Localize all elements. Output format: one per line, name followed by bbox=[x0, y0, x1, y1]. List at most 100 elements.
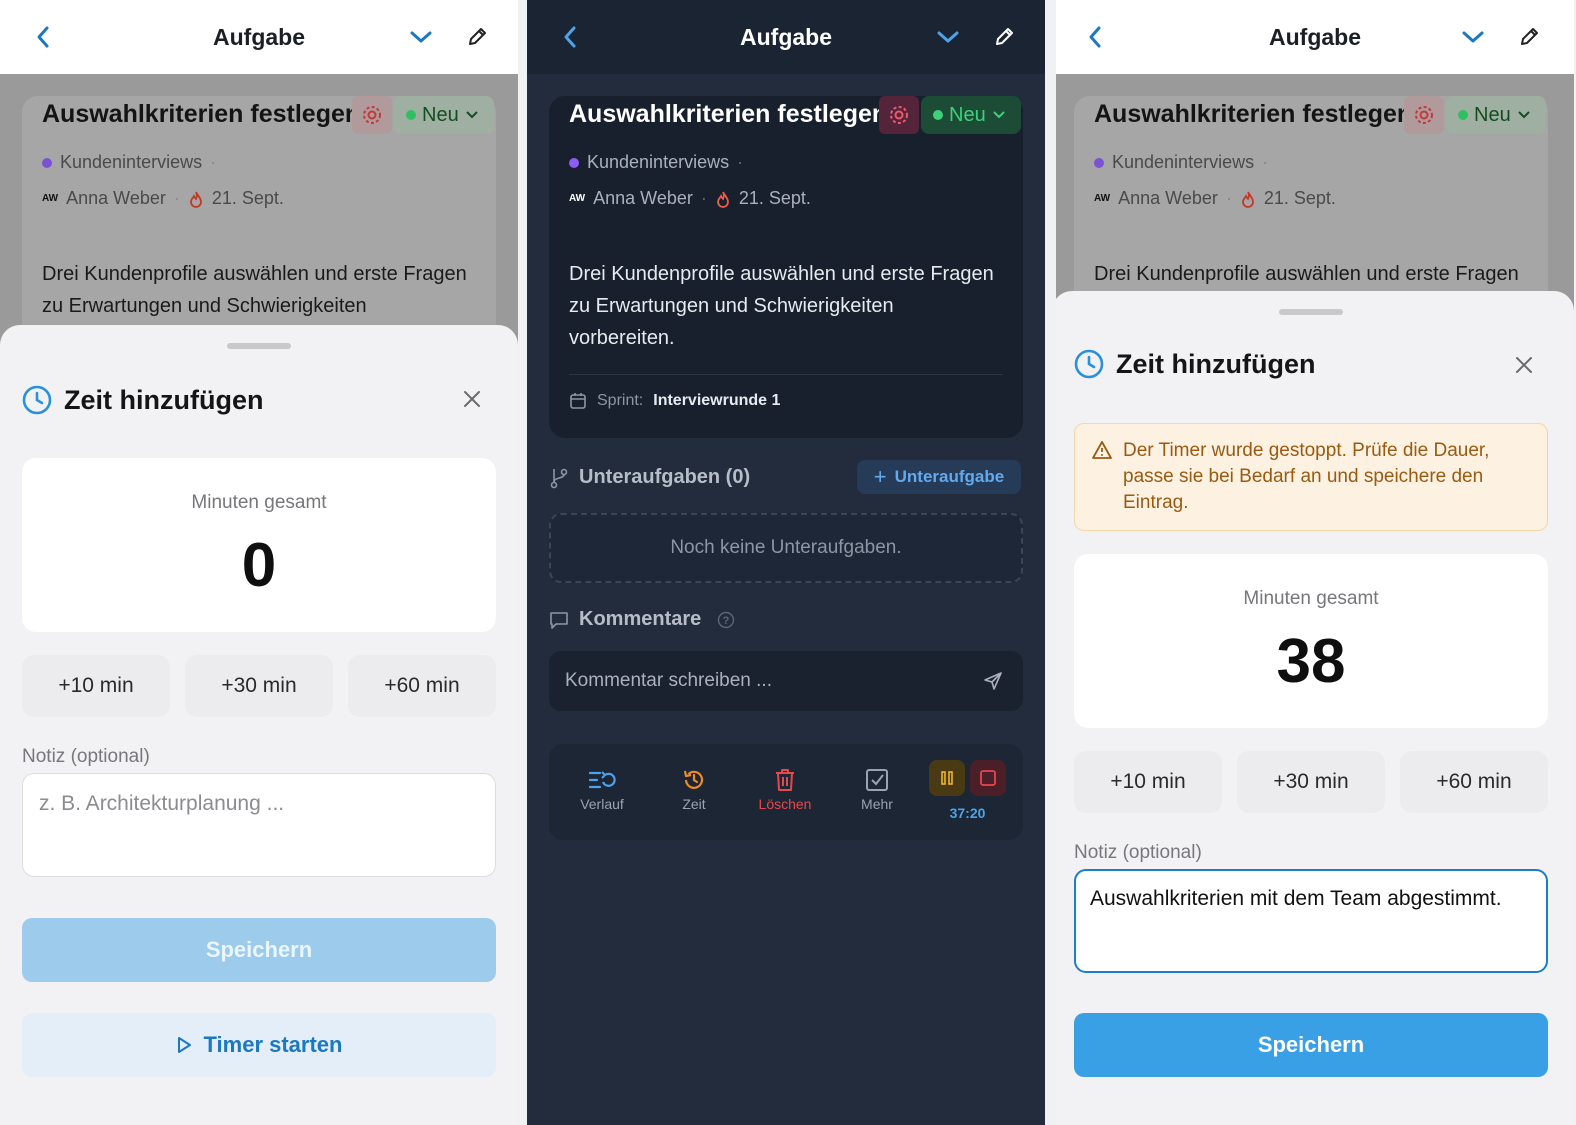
avatar: AW bbox=[569, 193, 586, 204]
project-row: Kundeninterviews · bbox=[42, 152, 216, 173]
avatar: AW bbox=[42, 193, 59, 204]
project-row: Kundeninterviews · bbox=[1094, 152, 1268, 173]
chevron-down-icon[interactable] bbox=[406, 22, 436, 52]
pencil-icon[interactable] bbox=[1514, 22, 1544, 52]
chevron-down-icon bbox=[1517, 111, 1530, 119]
time-button[interactable]: Zeit bbox=[659, 764, 729, 812]
add-30-min-button[interactable]: +30 min bbox=[185, 655, 333, 717]
note-label: Notiz (optional) bbox=[1074, 842, 1202, 863]
sheet-handle[interactable] bbox=[1279, 309, 1343, 315]
history-icon bbox=[588, 771, 616, 789]
svg-text:?: ? bbox=[723, 615, 730, 627]
task-title: Auswahlkriterien festlegen bbox=[569, 100, 888, 128]
add-30-min-button[interactable]: +30 min bbox=[1237, 751, 1385, 813]
status-dot bbox=[1458, 110, 1468, 120]
note-label: Notiz (optional) bbox=[22, 746, 150, 767]
task-title: Auswahlkriterien festlegen bbox=[1094, 100, 1413, 128]
pencil-icon[interactable] bbox=[989, 22, 1019, 52]
minutes-value: 38 bbox=[1276, 627, 1346, 696]
gear-icon[interactable] bbox=[352, 96, 392, 134]
project-dot bbox=[569, 157, 579, 168]
chevron-down-icon[interactable] bbox=[1458, 22, 1488, 52]
start-timer-button[interactable]: Timer starten bbox=[22, 1013, 496, 1077]
comment-icon bbox=[550, 611, 568, 629]
sprint-label: Sprint: bbox=[597, 392, 644, 409]
history-button[interactable]: Verlauf bbox=[567, 764, 637, 812]
action-toolbar: Verlauf Zeit Löschen Mehr 37:20 bbox=[549, 744, 1023, 840]
sheet-handle[interactable] bbox=[227, 343, 291, 349]
note-field[interactable]: z. B. Architekturplanung ... bbox=[22, 773, 496, 877]
task-card: Auswahlkriterien festlegen Neu Kundenint… bbox=[549, 96, 1023, 438]
timer-stopped-warning: Der Timer wurde gestoppt. Prüfe die Daue… bbox=[1074, 423, 1548, 531]
task-description: Drei Kundenprofile auswählen und erste F… bbox=[42, 263, 467, 317]
send-icon[interactable] bbox=[983, 671, 1003, 691]
project-label: Kundeninterviews bbox=[587, 152, 730, 172]
assignee-name: Anna Weber bbox=[66, 188, 166, 208]
assignee-row: AW Anna Weber · 21. Sept. bbox=[42, 188, 284, 208]
sheet-title: Zeit hinzufügen bbox=[64, 385, 264, 415]
status-badge[interactable]: Neu bbox=[1446, 96, 1546, 134]
top-bar: Aufgabe bbox=[0, 0, 518, 74]
play-icon bbox=[177, 1037, 191, 1053]
status-badge[interactable]: Neu bbox=[921, 96, 1021, 134]
top-bar: Aufgabe bbox=[1056, 0, 1574, 74]
flame-icon bbox=[716, 191, 729, 208]
delete-button[interactable]: Löschen bbox=[750, 764, 820, 812]
add-10-min-button[interactable]: +10 min bbox=[22, 655, 170, 717]
branch-icon bbox=[550, 468, 568, 488]
history-label: Verlauf bbox=[580, 796, 624, 812]
subtasks-header: Unteraufgaben (0) bbox=[549, 466, 750, 489]
add-60-min-button[interactable]: +60 min bbox=[1400, 751, 1548, 813]
pause-timer-button[interactable] bbox=[929, 760, 965, 796]
note-field[interactable]: Auswahlkriterien mit dem Team abgestimmt… bbox=[1074, 869, 1548, 973]
add-time-sheet: Zeit hinzufügen Der Timer wurde gestoppt… bbox=[1056, 291, 1574, 1125]
screen-task-detail-dark: Aufgabe Auswahlkriterien festlegen Neu K… bbox=[527, 0, 1045, 1125]
add-subtask-button[interactable]: + Unteraufgabe bbox=[857, 460, 1021, 494]
plus-icon: + bbox=[873, 464, 887, 489]
sprint-value: Interviewrunde 1 bbox=[653, 392, 781, 409]
add-10-min-button[interactable]: +10 min bbox=[1074, 751, 1222, 813]
pencil-icon[interactable] bbox=[462, 22, 492, 52]
top-bar: Aufgabe bbox=[527, 0, 1045, 74]
screen-add-time-empty: Aufgabe Auswahlkriterien festlegen Neu K… bbox=[0, 0, 518, 1125]
pause-icon bbox=[941, 771, 953, 785]
clock-icon bbox=[22, 385, 52, 420]
minutes-display: Minuten gesamt 38 bbox=[1074, 554, 1548, 728]
timer-readout: 37:20 bbox=[949, 805, 986, 821]
close-icon[interactable] bbox=[1514, 355, 1534, 380]
avatar: AW bbox=[1094, 193, 1111, 204]
minutes-value: 0 bbox=[241, 531, 277, 600]
assignee-name: Anna Weber bbox=[593, 188, 693, 208]
save-button[interactable]: Speichern bbox=[1074, 1013, 1548, 1077]
trash-icon bbox=[776, 769, 794, 791]
add-time-sheet: Zeit hinzufügen Minuten gesamt 0 +10 min… bbox=[0, 325, 518, 1125]
assignee-row: AW Anna Weber · 21. Sept. bbox=[569, 188, 811, 208]
warning-icon bbox=[1092, 441, 1112, 459]
add-60-min-button[interactable]: +60 min bbox=[348, 655, 496, 717]
stop-timer-button[interactable] bbox=[970, 760, 1006, 796]
project-label: Kundeninterviews bbox=[1112, 152, 1255, 172]
status-label: Neu bbox=[949, 103, 986, 126]
comment-input[interactable]: Kommentar schreiben ... bbox=[549, 651, 1023, 711]
assignee-row: AW Anna Weber · 21. Sept. bbox=[1094, 188, 1336, 208]
delete-label: Löschen bbox=[758, 796, 812, 812]
save-button[interactable]: Speichern bbox=[22, 918, 496, 982]
chevron-down-icon[interactable] bbox=[933, 22, 963, 52]
close-icon[interactable] bbox=[462, 389, 482, 414]
status-label: Neu bbox=[422, 103, 459, 126]
more-button[interactable]: Mehr bbox=[842, 764, 912, 812]
gear-icon[interactable] bbox=[1404, 96, 1444, 134]
divider bbox=[569, 374, 1003, 375]
chevron-down-icon bbox=[992, 111, 1005, 119]
chevron-down-icon bbox=[465, 111, 478, 119]
status-label: Neu bbox=[1474, 103, 1511, 126]
status-badge[interactable]: Neu bbox=[394, 96, 494, 134]
calendar-icon bbox=[570, 393, 586, 409]
gear-icon[interactable] bbox=[879, 96, 919, 134]
screen-add-time-filled: Aufgabe Auswahlkriterien festlegen Neu K… bbox=[1056, 0, 1574, 1125]
help-icon[interactable]: ? bbox=[717, 611, 735, 629]
minutes-display: Minuten gesamt 0 bbox=[22, 458, 496, 632]
comments-title: Kommentare bbox=[579, 608, 702, 630]
start-timer-label: Timer starten bbox=[203, 1032, 343, 1057]
task-title: Auswahlkriterien festlegen bbox=[42, 100, 361, 128]
